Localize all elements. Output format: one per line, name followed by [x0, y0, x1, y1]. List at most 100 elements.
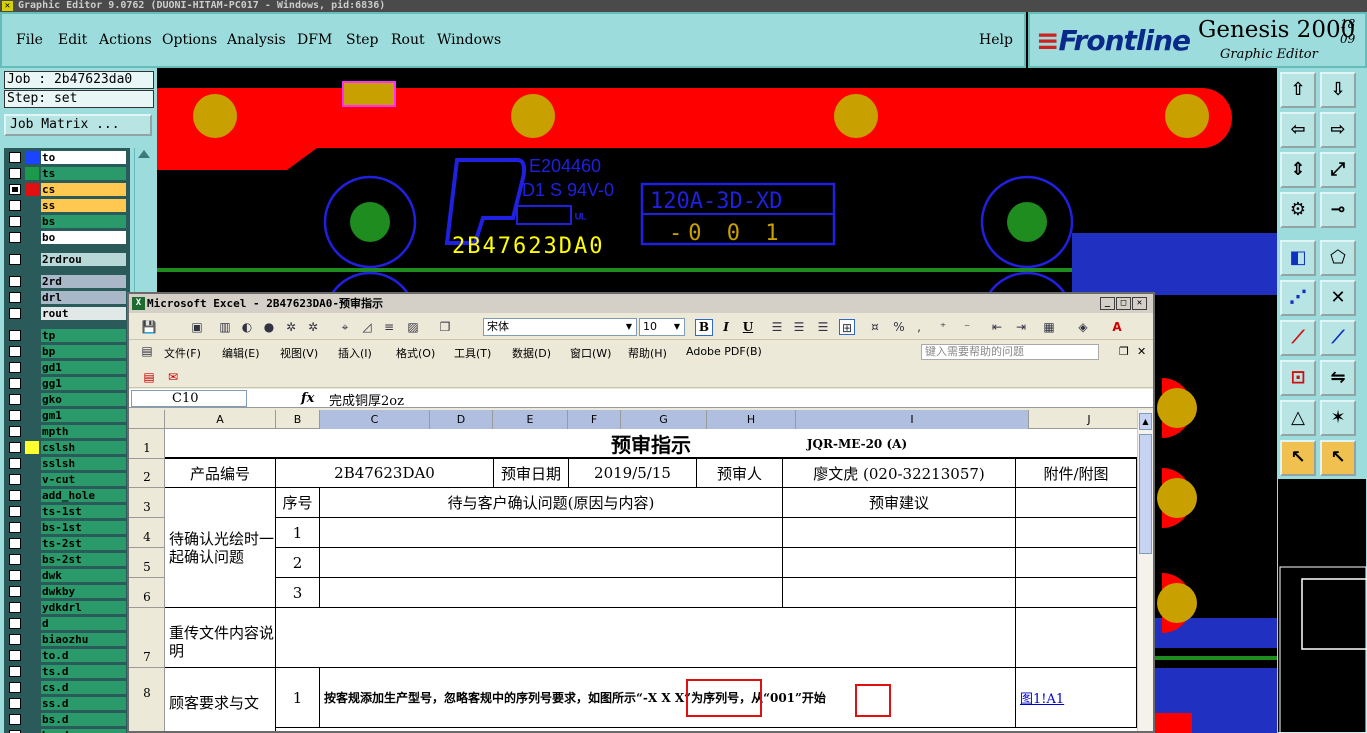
layer-name[interactable]: d: [41, 617, 126, 630]
seq-label[interactable]: 序号: [276, 488, 320, 518]
align-left-icon[interactable]: ☰: [769, 319, 785, 335]
menu-windows[interactable]: Windows: [437, 32, 501, 48]
layer-checkbox[interactable]: [9, 538, 21, 549]
layer-row-bp[interactable]: bp: [4, 344, 130, 359]
column-header-G[interactable]: G: [621, 410, 707, 429]
layer-checkbox[interactable]: [9, 346, 21, 357]
xmenu-edit[interactable]: 编辑(E): [222, 345, 260, 361]
row-header-4[interactable]: 4: [129, 518, 165, 548]
issue-label[interactable]: 待与客户确认问题(原因与内容): [320, 488, 783, 518]
layer-row-2rdrou[interactable]: 2rdrou: [4, 252, 130, 267]
column-header-E[interactable]: E: [493, 410, 568, 429]
xmenu-format[interactable]: 格式(O): [396, 345, 435, 361]
layer-checkbox[interactable]: [9, 586, 21, 597]
layer-row-drl[interactable]: drl: [4, 290, 130, 305]
column-header-D[interactable]: D: [430, 410, 493, 429]
customer-req-label[interactable]: 顾客要求与文: [165, 668, 276, 731]
measure-icon[interactable]: ⊸: [1320, 192, 1356, 228]
layer-color-swatch[interactable]: [25, 601, 39, 614]
font-size-select[interactable]: 10 ▼: [639, 318, 685, 336]
layer-row-gd1[interactable]: gd1: [4, 360, 130, 375]
layer-row-biaozhu[interactable]: biaozhu: [4, 632, 130, 647]
layer-row-to[interactable]: to: [4, 150, 130, 165]
layer-row-add-hole[interactable]: add_hole: [4, 488, 130, 503]
layer-name[interactable]: bs-1st: [41, 521, 126, 534]
row-header-3[interactable]: 3: [129, 488, 165, 518]
menu-options[interactable]: Options: [162, 32, 217, 48]
gear-icon[interactable]: ✲: [283, 319, 299, 335]
layer-color-swatch[interactable]: [25, 537, 39, 550]
layer-color-swatch[interactable]: [25, 729, 39, 733]
scroll-thumb[interactable]: [1139, 434, 1152, 554]
crop-icon[interactable]: ⌖: [337, 319, 353, 335]
chart-icon[interactable]: ▥: [217, 319, 233, 335]
layer-checkbox[interactable]: [9, 698, 21, 709]
layer-row-gm1[interactable]: gm1: [4, 408, 130, 423]
help-search-input[interactable]: 键入需要帮助的问题: [921, 344, 1099, 360]
layer-row-ts-d[interactable]: ts.d: [4, 664, 130, 679]
layer-row-bo[interactable]: bo: [4, 230, 130, 245]
layer-color-swatch[interactable]: [25, 345, 39, 358]
row-header-2[interactable]: 2: [129, 459, 165, 488]
fx-icon[interactable]: fx: [301, 391, 314, 406]
restore-icon[interactable]: ❐: [1119, 345, 1129, 358]
layer-name[interactable]: gko: [41, 393, 126, 406]
layer-checkbox[interactable]: [9, 490, 21, 501]
layer-name[interactable]: bs: [41, 215, 126, 228]
layer-row-bs-1st[interactable]: bs-1st: [4, 520, 130, 535]
layer-name[interactable]: gd1: [41, 361, 126, 374]
layer-row-to-d[interactable]: to.d: [4, 648, 130, 663]
fit-vertical-icon[interactable]: ⇕: [1280, 152, 1316, 188]
menu-actions[interactable]: Actions: [99, 32, 152, 48]
seq-1[interactable]: 1: [276, 518, 320, 548]
line-red-icon[interactable]: ⟋: [1280, 320, 1316, 356]
layer-name[interactable]: ss.d: [41, 697, 126, 710]
job-matrix-button[interactable]: Job Matrix ...: [4, 114, 152, 136]
resend-label[interactable]: 重传文件内容说明: [165, 608, 276, 668]
net-icon[interactable]: ⋰: [1280, 280, 1316, 316]
layer-color-swatch[interactable]: [25, 713, 39, 726]
borders-icon[interactable]: ▦: [1041, 319, 1057, 335]
fit-all-icon[interactable]: ⤢: [1320, 152, 1356, 188]
layer-checkbox[interactable]: [9, 570, 21, 581]
layer-checkbox[interactable]: [9, 232, 21, 243]
layer-color-swatch[interactable]: [25, 697, 39, 710]
save-icon[interactable]: 💾: [141, 319, 157, 335]
layer-checkbox[interactable]: [9, 426, 21, 437]
triangle-star-icon[interactable]: ✶: [1320, 400, 1356, 436]
increase-indent-icon[interactable]: ⇥: [1013, 319, 1029, 335]
attach-cell[interactable]: [1016, 488, 1137, 518]
layer-name[interactable]: rout: [41, 307, 126, 320]
layer-name[interactable]: to.d: [41, 649, 126, 662]
pdf-mail-icon[interactable]: ✉: [165, 369, 181, 385]
menu-help[interactable]: Help: [979, 32, 1013, 48]
advice-1[interactable]: [783, 518, 1016, 548]
layer-checkbox[interactable]: [9, 650, 21, 661]
layer-row-cslsh[interactable]: cslsh: [4, 440, 130, 455]
layer-checkbox[interactable]: [9, 362, 21, 373]
merge-center-icon[interactable]: ⊞: [839, 319, 855, 335]
layer-name[interactable]: tp: [41, 329, 126, 342]
reviewer-label[interactable]: 预审人: [697, 459, 783, 488]
xmenu-insert[interactable]: 插入(I): [338, 345, 372, 361]
layer-row-v-cut[interactable]: v-cut: [4, 472, 130, 487]
layer-color-swatch[interactable]: [25, 633, 39, 646]
comma-icon[interactable]: ,: [911, 319, 927, 335]
layer-color-swatch[interactable]: [25, 329, 39, 342]
row-header-8[interactable]: 8: [129, 668, 165, 731]
row-header-1[interactable]: 1: [129, 429, 165, 459]
layer-checkbox[interactable]: [9, 330, 21, 341]
layer-color-swatch[interactable]: [25, 253, 39, 266]
advice-label[interactable]: 预审建议: [783, 488, 1016, 518]
layer-checkbox[interactable]: [9, 682, 21, 693]
minimize-button[interactable]: _: [1100, 297, 1115, 310]
layer-color-swatch[interactable]: [25, 441, 39, 454]
pointer-box-icon[interactable]: ↖: [1320, 440, 1356, 476]
layer-name[interactable]: drl: [41, 291, 126, 304]
layer-name[interactable]: 2rd: [41, 275, 126, 288]
attach-2[interactable]: [1016, 548, 1137, 578]
copy-icon[interactable]: ❐: [437, 319, 453, 335]
layer-color-swatch[interactable]: [25, 457, 39, 470]
layer-color-swatch[interactable]: [25, 291, 39, 304]
close-button[interactable]: ✕: [1132, 297, 1147, 310]
